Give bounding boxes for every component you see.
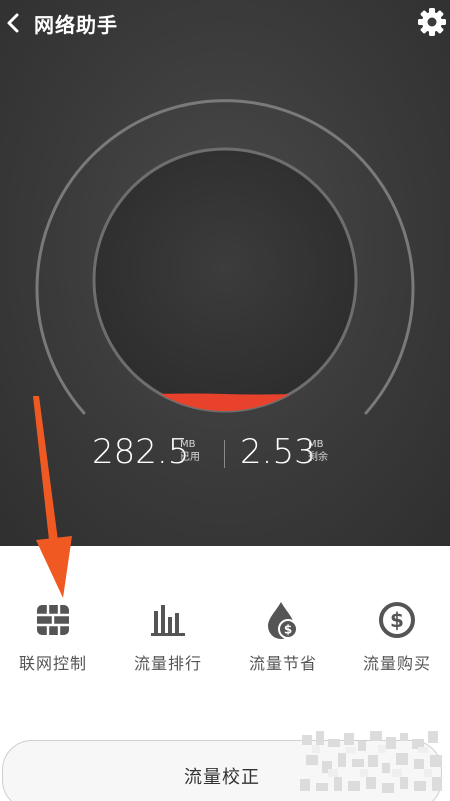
chevron-left-icon: [7, 13, 19, 33]
traffic-dashboard: 网络助手 282.5 MB 已用 2.53 MB 剩余: [0, 0, 450, 546]
svg-text:$: $: [284, 623, 292, 637]
dollar-circle-icon: $: [379, 602, 415, 638]
svg-text:$: $: [390, 608, 404, 632]
traffic-gauge: [35, 99, 415, 415]
menu-item-label: 流量节省: [248, 654, 317, 673]
app-header: 网络助手: [0, 0, 450, 48]
used-unit-label: MB 已用: [180, 438, 200, 464]
page-title: 网络助手: [34, 13, 118, 37]
menu-item-traffic-ranking[interactable]: 流量排行: [112, 600, 224, 680]
menu-item-traffic-saving[interactable]: $ 流量节省: [227, 600, 339, 680]
menu-item-label: 流量排行: [133, 654, 202, 673]
menu-item-traffic-purchase[interactable]: $ 流量购买: [341, 600, 450, 680]
usage-fill-level: [94, 390, 356, 411]
back-button[interactable]: [0, 8, 26, 38]
used-label: 已用: [180, 452, 200, 463]
menu-item-label: 流量购买: [362, 654, 431, 673]
pixelated-watermark: [300, 731, 442, 793]
inner-gauge-ring: [92, 147, 358, 413]
remaining-value: 2.53: [240, 432, 316, 472]
gear-icon: [418, 8, 446, 36]
remaining-label: 剩余: [308, 452, 328, 463]
menu-item-network-control[interactable]: 联网控制: [0, 600, 109, 680]
stats-divider: [224, 440, 225, 468]
firewall-icon: [37, 605, 69, 635]
usage-stats: 282.5 MB 已用 2.53 MB 剩余: [0, 430, 450, 480]
remaining-unit-label: MB 剩余: [308, 438, 328, 464]
remaining-unit: MB: [308, 439, 324, 450]
settings-button[interactable]: [414, 4, 450, 40]
feature-menu: 联网控制 流量排行 $ 流量节省 $ 流量购买: [0, 600, 450, 680]
bar-chart-icon: [151, 605, 185, 636]
menu-item-label: 联网控制: [18, 654, 87, 673]
calibrate-label: 流量校正: [184, 767, 260, 788]
used-value: 282.5: [92, 432, 190, 472]
save-money-drop-icon: $: [268, 602, 298, 639]
used-unit: MB: [180, 439, 196, 450]
